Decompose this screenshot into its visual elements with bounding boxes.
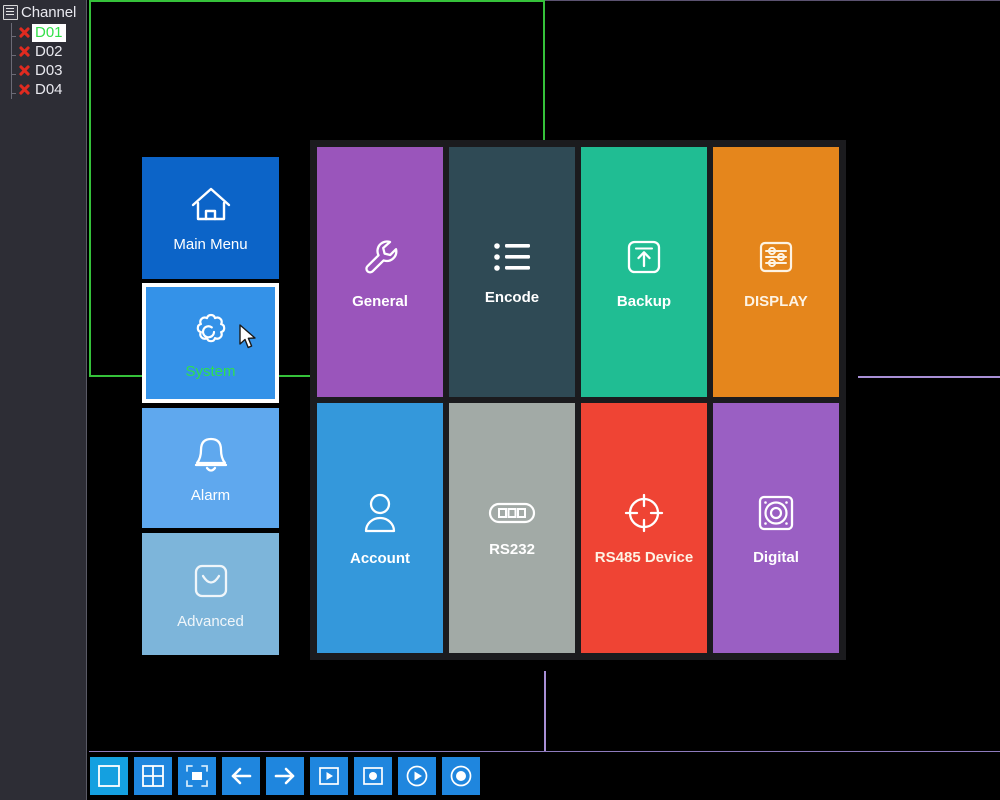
grid-tile-label: General	[352, 293, 408, 310]
menu-item-main-menu[interactable]: Main Menu	[142, 157, 279, 279]
menu-item-advanced[interactable]: Advanced	[142, 533, 279, 655]
menu-item-system[interactable]: System	[142, 283, 279, 403]
play-circle-button[interactable]	[398, 757, 436, 795]
channel-header-label: Channel	[21, 4, 77, 21]
channel-label: D04	[35, 80, 63, 98]
arrow-left-icon	[228, 763, 254, 789]
quad-pane-icon	[140, 763, 166, 789]
grid-tile-account[interactable]: Account	[317, 403, 443, 653]
red-x-icon	[17, 44, 32, 59]
dvr-screen: Channel D01 D02 D03 D04 Main Menu System…	[0, 0, 1000, 800]
play-square-icon	[316, 763, 342, 789]
play-circle-icon	[404, 763, 430, 789]
menu-item-label: Advanced	[177, 613, 244, 630]
grid-tile-general[interactable]: General	[317, 147, 443, 397]
channel-item-d01[interactable]: D01	[0, 23, 86, 42]
fullscreen-icon	[184, 763, 210, 789]
purple-vertical-guide-line	[544, 671, 546, 752]
menu-item-label: Main Menu	[173, 236, 248, 253]
tree-connector	[11, 74, 16, 75]
single-view-button[interactable]	[90, 757, 128, 795]
purple-right-guide-line	[858, 376, 1000, 378]
bell-icon	[187, 432, 235, 478]
red-x-icon	[17, 82, 32, 97]
tree-connector	[11, 55, 16, 56]
previous-button[interactable]	[222, 757, 260, 795]
bottom-toolbar	[90, 755, 480, 797]
menu-item-label: Alarm	[190, 487, 231, 504]
record-circle-icon	[448, 763, 474, 789]
play-square-button[interactable]	[310, 757, 348, 795]
connector-icon	[487, 498, 537, 528]
grid-tile-backup[interactable]: Backup	[581, 147, 707, 397]
tree-connector	[11, 61, 12, 80]
tree-connector	[11, 80, 12, 99]
grid-tile-display[interactable]: DISPLAY	[713, 147, 839, 397]
home-icon	[188, 183, 234, 227]
record-circle-button[interactable]	[442, 757, 480, 795]
list-document-icon	[3, 5, 18, 20]
record-square-icon	[360, 763, 386, 789]
channel-item-d03[interactable]: D03	[0, 61, 86, 80]
channel-header: Channel	[0, 0, 86, 23]
purple-bottom-guide-line	[89, 751, 1000, 752]
channel-item-d02[interactable]: D02	[0, 42, 86, 61]
tree-connector	[11, 93, 16, 94]
fullscreen-button[interactable]	[178, 757, 216, 795]
mouse-cursor	[238, 323, 258, 351]
crosshair-icon	[621, 490, 667, 536]
grid-tile-label: Encode	[484, 289, 540, 306]
red-x-icon	[17, 63, 32, 78]
grid-tile-label: DISPLAY	[744, 293, 808, 310]
system-settings-grid: General Encode Backup DISPLAY Account RS…	[310, 140, 846, 660]
upload-box-icon	[621, 234, 667, 280]
list-icon	[489, 238, 535, 276]
tree-connector	[11, 36, 16, 37]
grid-tile-label: Backup	[616, 293, 672, 310]
channel-label: D03	[35, 61, 63, 79]
grid-tile-rs232[interactable]: RS232	[449, 403, 575, 653]
tree-connector	[11, 42, 12, 61]
dome-camera-icon	[753, 490, 799, 536]
purple-top-guide-line	[545, 0, 1000, 1]
channel-item-d04[interactable]: D04	[0, 80, 86, 99]
single-pane-icon	[96, 763, 122, 789]
grid-tile-label: Account	[350, 550, 410, 567]
wrench-icon	[357, 234, 403, 280]
channel-sidebar: Channel D01 D02 D03 D04	[0, 0, 87, 800]
channel-label: D02	[35, 42, 63, 60]
channel-label: D01	[32, 23, 66, 42]
grid-tile-encode[interactable]: Encode	[449, 147, 575, 397]
menu-item-label: System	[185, 363, 236, 380]
grid-tile-label: RS232	[489, 541, 535, 558]
grid-tile-digital[interactable]: Digital	[713, 403, 839, 653]
record-square-button[interactable]	[354, 757, 392, 795]
menu-item-alarm[interactable]: Alarm	[142, 408, 279, 528]
arrow-right-icon	[272, 763, 298, 789]
toolbox-icon	[188, 558, 234, 604]
user-icon	[359, 489, 401, 537]
grid-tile-rs485-device[interactable]: RS485 Device	[581, 403, 707, 653]
grid-tile-label: Digital	[753, 549, 799, 566]
grid-tile-label: RS485 Device	[594, 549, 694, 566]
sliders-icon	[753, 234, 799, 280]
quad-view-button[interactable]	[134, 757, 172, 795]
tree-connector	[11, 23, 12, 42]
gear-icon	[187, 306, 235, 354]
next-button[interactable]	[266, 757, 304, 795]
red-x-icon	[17, 25, 32, 40]
